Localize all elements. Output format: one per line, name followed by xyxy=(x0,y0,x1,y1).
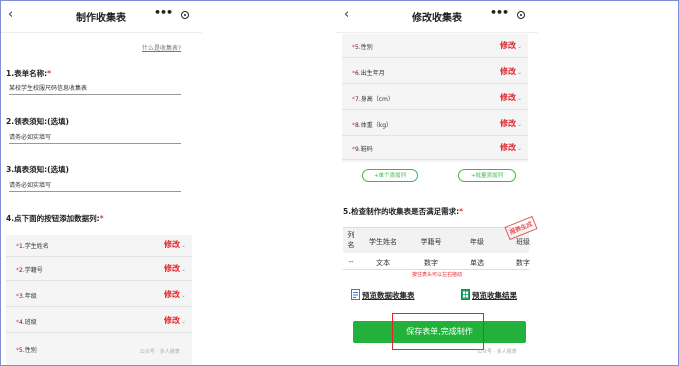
chevron-down-icon: ⌄ xyxy=(180,266,186,273)
chevron-down-icon: ⌄ xyxy=(516,69,522,76)
column-list: *1.学生姓名 修改⌄ *2.学籍号 修改⌄ *3.年级 修改⌄ *4.班级 修… xyxy=(6,235,192,366)
edit-button[interactable]: 修改⌄ xyxy=(500,142,522,153)
chevron-down-icon: ⌄ xyxy=(516,121,522,128)
close-miniprogram-icon[interactable] xyxy=(181,11,189,19)
list-item[interactable]: *6.出生年月 修改⌄ xyxy=(342,62,528,84)
edit-button[interactable]: 修改⌄ xyxy=(164,239,186,250)
preview-table[interactable]: 列名 学生姓名 学籍号 年级 班级 -- 文本 数字 单选 数字 xyxy=(343,227,530,270)
watermark: 公众号 · 多人报表 xyxy=(140,349,180,355)
preview-results-link[interactable]: 预览收集结果 xyxy=(472,290,517,301)
left-phone-screen: ‹ 制作收集表 ••• 什么是收集表? 1.表单名称:* 某校学生校服尺码信息收… xyxy=(0,0,202,366)
table-cell: -- xyxy=(348,258,354,266)
edit-button[interactable]: 修改⌄ xyxy=(500,40,522,51)
more-options-icon[interactable]: ••• xyxy=(154,6,173,19)
fill-notice-field[interactable]: 请务必如实填写 xyxy=(9,180,181,192)
chevron-down-icon: ⌄ xyxy=(516,43,522,50)
list-item[interactable]: *8.体重（kg） 修改⌄ xyxy=(342,114,528,136)
table-cell: 单选 xyxy=(470,259,484,267)
edit-button[interactable]: 修改⌄ xyxy=(164,315,186,326)
edit-button[interactable]: 修改⌄ xyxy=(164,263,186,274)
preview-data-table-link[interactable]: 预览数据收集表 xyxy=(362,290,415,301)
chevron-down-icon: ⌄ xyxy=(516,145,522,152)
form-name-field[interactable]: 某校学生校服尺码信息收集表 xyxy=(9,83,181,95)
list-item[interactable]: *3.年级 修改⌄ xyxy=(6,285,192,307)
edit-button[interactable]: 修改⌄ xyxy=(164,289,186,300)
right-navbar: ‹ 修改收集表 ••• xyxy=(336,0,538,33)
check-table-label: 5.检查制作的收集表是否满足需求:* xyxy=(343,207,464,216)
table-cell: 数字 xyxy=(424,259,438,267)
add-batch-column-button[interactable]: +批量添加列 xyxy=(458,169,516,182)
form-name-label: 1.表单名称:* xyxy=(6,69,52,78)
list-item[interactable]: *2.学籍号 修改⌄ xyxy=(6,259,192,281)
collect-notice-label: 2.领表须知:(选填) xyxy=(6,117,69,126)
table-cell: 数字 xyxy=(516,259,530,267)
list-item[interactable]: *1.学生姓名 修改⌄ xyxy=(6,235,192,257)
save-form-button[interactable]: 保存表单,完成制作 xyxy=(353,321,526,343)
document-icon xyxy=(351,289,360,300)
table-drag-hint: 按住表头可以左右拖动 xyxy=(411,272,462,278)
close-miniprogram-icon[interactable] xyxy=(517,11,525,19)
chevron-down-icon: ⌄ xyxy=(180,242,186,249)
collect-notice-field[interactable]: 请务必如实填写 xyxy=(9,132,181,144)
fill-notice-label: 3.填表须知:(选填) xyxy=(6,165,69,174)
chevron-down-icon: ⌄ xyxy=(516,95,522,102)
add-columns-label: 4.点下面的按钮添加数据列:* xyxy=(6,214,104,223)
right-phone-screen: ‹ 修改收集表 ••• *5.性别 修改⌄ *6.出生年月 修改⌄ *7.身高（… xyxy=(336,0,538,366)
list-item[interactable]: *5.性别 修改⌄ xyxy=(342,36,528,58)
table-header-cell: 年级 xyxy=(470,238,484,246)
column-list: *5.性别 修改⌄ *6.出生年月 修改⌄ *7.身高（cm） 修改⌄ *8.体… xyxy=(342,34,528,162)
more-options-icon[interactable]: ••• xyxy=(490,6,509,19)
left-navbar: ‹ 制作收集表 ••• xyxy=(0,0,202,33)
edit-button[interactable]: 修改⌄ xyxy=(500,66,522,77)
edit-button[interactable]: 修改⌄ xyxy=(500,118,522,129)
table-header-cell: 学生姓名 xyxy=(369,238,397,246)
list-item[interactable]: *9.鞋码 修改⌄ xyxy=(342,138,528,160)
list-item[interactable]: *7.身高（cm） 修改⌄ xyxy=(342,88,528,110)
spreadsheet-icon xyxy=(461,289,470,300)
add-single-column-button[interactable]: +单个添加列 xyxy=(362,169,418,182)
edit-button[interactable]: 修改⌄ xyxy=(500,92,522,103)
list-item[interactable]: *4.班级 修改⌄ xyxy=(6,311,192,333)
table-cell: 文本 xyxy=(376,259,390,267)
table-header-cell: 列名 xyxy=(347,231,355,249)
table-header-cell: 学籍号 xyxy=(420,238,442,246)
help-link[interactable]: 什么是收集表? xyxy=(142,43,181,52)
chevron-down-icon: ⌄ xyxy=(180,318,186,325)
chevron-down-icon: ⌄ xyxy=(180,292,186,299)
watermark: 公众号 · 多人报表 xyxy=(477,349,517,355)
